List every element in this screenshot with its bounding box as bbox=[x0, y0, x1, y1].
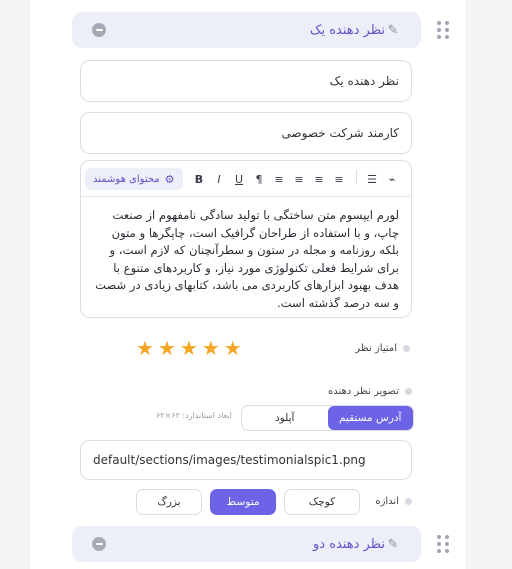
rating-label-text: امتیاز نظر bbox=[355, 343, 397, 354]
tab-direct-url[interactable]: آدرس مستقیم bbox=[327, 406, 413, 430]
align-justify-icon[interactable]: ≡ bbox=[330, 170, 348, 188]
tab-upload[interactable]: آپلود bbox=[242, 406, 328, 430]
rating-label: امتیاز نظر bbox=[355, 343, 410, 354]
accordion-item-1[interactable]: ✎ نظر دهنده یک bbox=[72, 12, 421, 48]
align-right-icon[interactable]: ≡ bbox=[310, 170, 328, 188]
drag-handle-icon[interactable] bbox=[437, 21, 449, 39]
bold-icon[interactable]: B bbox=[190, 170, 208, 188]
accordion-title: نظر دهنده یک bbox=[309, 22, 385, 38]
image-label: تصویر نظر دهنده bbox=[328, 386, 412, 397]
page: ✎ نظر دهنده یک نظر دهنده یک کارمند شرکت … bbox=[0, 0, 512, 569]
info-dot-icon bbox=[405, 498, 412, 505]
pencil-icon[interactable]: ✎ bbox=[385, 536, 401, 552]
image-label-text: تصویر نظر دهنده bbox=[327, 386, 399, 397]
size-small-button[interactable]: کوچک bbox=[284, 489, 360, 515]
star-rating[interactable]: ★ ★ ★ ★ ★ bbox=[136, 338, 242, 358]
ai-sparkle-icon: ⚙ bbox=[164, 172, 175, 186]
editor-content[interactable]: لورم ایپسوم متن ساختگی با تولید سادگی نا… bbox=[81, 197, 411, 312]
editor-toolbar: ⚙ محتوای هوشمند B I U ¶ ≡ ≡ ≡ ≡ ☰ ⌁ bbox=[81, 161, 411, 197]
star-icon[interactable]: ★ bbox=[136, 338, 154, 358]
ai-content-label: محتوای هوشمند bbox=[93, 173, 160, 185]
italic-icon[interactable]: I bbox=[210, 170, 228, 188]
align-center-icon[interactable]: ≡ bbox=[290, 170, 308, 188]
collapse-icon[interactable] bbox=[92, 23, 106, 37]
name-field-value: نظر دهنده یک bbox=[329, 74, 399, 88]
toolbar-divider bbox=[356, 170, 357, 184]
image-size-hint: ابعاد استاندارد: ۶۲×۶۲ bbox=[156, 411, 232, 420]
size-label-text: اندازه bbox=[375, 496, 399, 507]
link-icon[interactable]: ⌁ bbox=[383, 170, 401, 188]
star-icon[interactable]: ★ bbox=[158, 338, 176, 358]
rich-text-editor[interactable]: ⚙ محتوای هوشمند B I U ¶ ≡ ≡ ≡ ≡ ☰ ⌁ لورم… bbox=[80, 160, 412, 318]
info-dot-icon bbox=[405, 388, 412, 395]
position-field-value: کارمند شرکت خصوصی bbox=[281, 126, 399, 140]
star-icon[interactable]: ★ bbox=[180, 338, 198, 358]
align-left-icon[interactable]: ≡ bbox=[270, 170, 288, 188]
size-selector: کوچک متوسط بزرگ bbox=[136, 489, 360, 515]
drag-handle-icon[interactable] bbox=[437, 535, 449, 553]
underline-icon[interactable]: U bbox=[230, 170, 248, 188]
list-icon[interactable]: ☰ bbox=[363, 170, 381, 188]
image-url-value: default/sections/images/testimonialspic1… bbox=[93, 453, 366, 467]
accordion-item-2[interactable]: ✎ نظر دهنده دو bbox=[72, 526, 421, 562]
name-field[interactable]: نظر دهنده یک bbox=[80, 60, 412, 102]
size-label: اندازه bbox=[375, 496, 412, 507]
collapse-icon[interactable] bbox=[92, 537, 106, 551]
size-large-button[interactable]: بزرگ bbox=[136, 489, 202, 515]
format-tools: B I U ¶ ≡ ≡ ≡ ≡ ☰ ⌁ bbox=[190, 170, 403, 188]
info-dot-icon bbox=[403, 345, 410, 352]
image-source-tabs: آدرس مستقیم آپلود bbox=[241, 405, 414, 431]
size-medium-button[interactable]: متوسط bbox=[210, 489, 276, 515]
ai-content-button[interactable]: ⚙ محتوای هوشمند bbox=[85, 168, 183, 190]
paragraph-icon[interactable]: ¶ bbox=[250, 170, 268, 188]
image-url-input[interactable]: default/sections/images/testimonialspic1… bbox=[80, 440, 412, 480]
accordion-title: نظر دهنده دو bbox=[313, 536, 385, 552]
position-field[interactable]: کارمند شرکت خصوصی bbox=[80, 112, 412, 154]
star-icon[interactable]: ★ bbox=[224, 338, 242, 358]
pencil-icon[interactable]: ✎ bbox=[385, 22, 401, 38]
star-icon[interactable]: ★ bbox=[202, 338, 220, 358]
